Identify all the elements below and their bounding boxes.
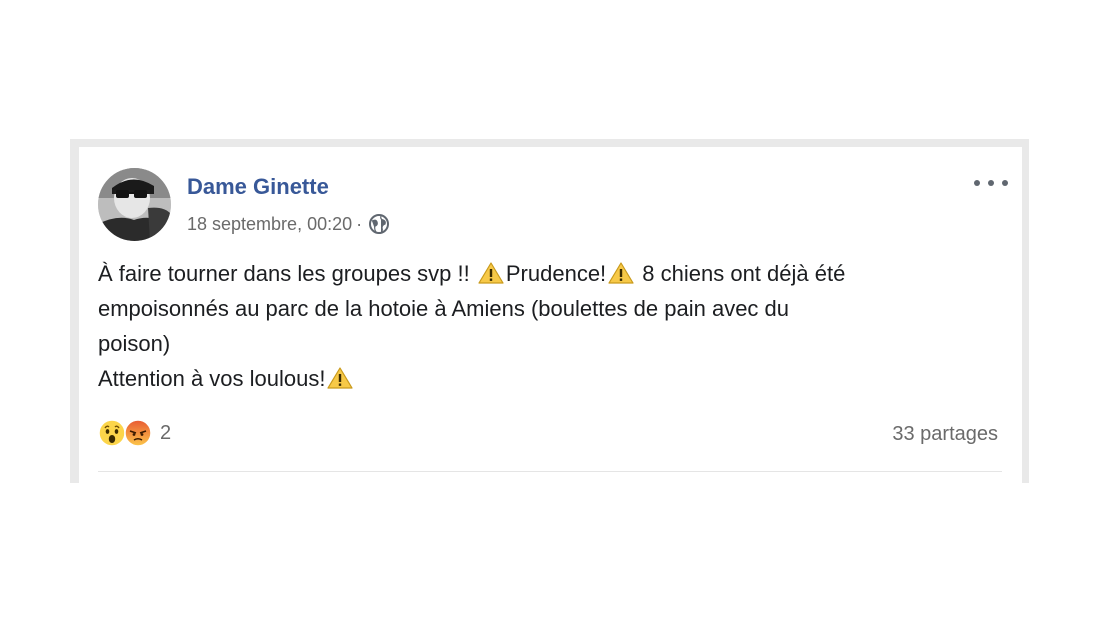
warning-icon <box>327 367 354 389</box>
post-timestamp[interactable]: 18 septembre, 00:20 <box>187 214 352 235</box>
avatar[interactable] <box>98 168 171 241</box>
post-text-segment: À faire tourner dans les groupes svp !! <box>98 261 476 286</box>
post-meta: 18 septembre, 00:20 · <box>187 213 390 235</box>
meta-separator: · <box>356 213 363 234</box>
shares-count[interactable]: 33 partages <box>892 423 998 446</box>
post-text-segment: Prudence! <box>505 261 607 286</box>
more-dot <box>974 180 980 186</box>
post-content: À faire tourner dans les groupes svp !! … <box>98 256 1003 396</box>
more-dot <box>1002 180 1008 186</box>
post-text-line: empoisonnés au parc de la hotoie à Amien… <box>98 291 1003 326</box>
post-text-segment: 8 chiens ont déjà été <box>636 261 846 286</box>
avatar-image <box>98 168 171 241</box>
wow-reaction-icon <box>98 419 126 447</box>
author-name[interactable]: Dame Ginette <box>187 174 329 200</box>
more-options-icon[interactable] <box>974 173 1008 193</box>
reaction-count: 2 <box>160 421 172 444</box>
reactions-summary[interactable]: 2 <box>98 419 171 447</box>
divider <box>98 471 1002 472</box>
warning-icon <box>608 262 634 284</box>
post-text-segment: Attention à vos loulous! <box>98 366 326 391</box>
post-text-line: À faire tourner dans les groupes svp !! … <box>98 256 1003 291</box>
post-text-segment: empoisonnés au parc de la hotoie à Amien… <box>98 296 790 321</box>
angry-reaction-icon <box>124 419 152 447</box>
globe-icon[interactable] <box>368 213 390 235</box>
post-card: Dame Ginette 18 septembre, 00:20 · À fai… <box>79 147 1022 483</box>
post-text-line: poison) <box>98 326 1003 361</box>
more-dot <box>988 180 994 186</box>
post-text-line: Attention à vos loulous! <box>98 361 1003 396</box>
post-text-segment: poison) <box>98 331 171 356</box>
warning-icon <box>478 262 504 284</box>
